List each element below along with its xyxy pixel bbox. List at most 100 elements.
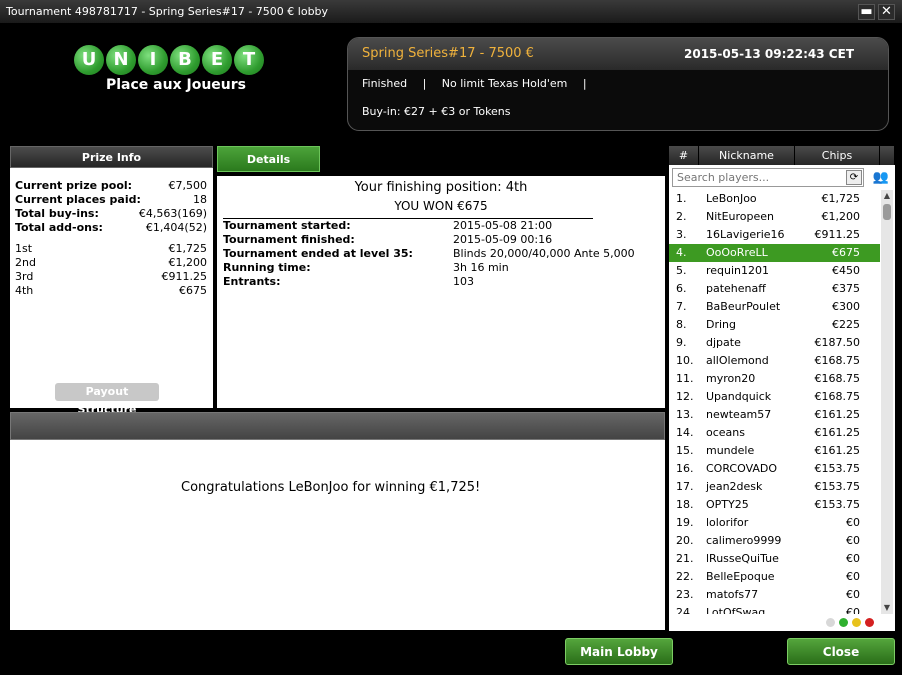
player-rank: 8. <box>676 318 687 331</box>
player-nickname: OPTY25 <box>706 498 749 511</box>
player-row[interactable]: 7. BaBeurPoulet €300 <box>669 298 880 316</box>
prize-row: Current places paid: 18 <box>15 193 207 207</box>
player-rank: 13. <box>676 408 694 421</box>
player-row[interactable]: 15. mundele €161.25 <box>669 442 880 460</box>
players-scrollbar[interactable]: ▲ ▼ <box>881 190 893 614</box>
detail-row: Tournament started: 2015-05-08 21:00 <box>217 219 665 233</box>
player-row[interactable]: 21. lRusseQuiTue €0 <box>669 550 880 568</box>
detail-label: Entrants: <box>223 275 281 288</box>
payout-prize: €911.25 <box>161 270 208 283</box>
player-chips: €168.75 <box>814 372 861 385</box>
tournament-title: Spring Series#17 - 7500 € <box>362 46 534 61</box>
tournament-info-header: Spring Series#17 - 7500 € 2015-05-13 09:… <box>348 38 888 70</box>
player-row[interactable]: 12. Upandquick €168.75 <box>669 388 880 406</box>
player-nickname: 16Lavigerie16 <box>706 228 785 241</box>
player-row[interactable]: 20. calimero9999 €0 <box>669 532 880 550</box>
player-row[interactable]: 1. LeBonJoo €1,725 <box>669 190 880 208</box>
player-row[interactable]: 23. matofs77 €0 <box>669 586 880 604</box>
player-row[interactable]: 22. BelleEpoque €0 <box>669 568 880 586</box>
player-row[interactable]: 18. OPTY25 €153.75 <box>669 496 880 514</box>
tournament-status: Finished <box>362 77 408 90</box>
players-table-header: # Nickname Chips <box>669 146 895 165</box>
player-chips: €0 <box>846 552 860 565</box>
player-chips: €0 <box>846 588 860 601</box>
player-row[interactable]: 9. djpate €187.50 <box>669 334 880 352</box>
tournament-game: No limit Texas Hold'em <box>441 77 568 90</box>
player-chips: €225 <box>832 318 860 331</box>
prize-value: €4,563(169) <box>138 207 207 220</box>
close-button[interactable]: Close <box>787 638 895 665</box>
status-dot-icon <box>826 618 835 627</box>
prize-value: €1,404(52) <box>145 221 207 234</box>
scroll-up-icon[interactable]: ▲ <box>881 190 893 202</box>
player-row[interactable]: 10. allOlemond €168.75 <box>669 352 880 370</box>
player-rank: 9. <box>676 336 687 349</box>
player-nickname: NitEuropeen <box>706 210 775 223</box>
logo-letter: B <box>170 45 200 75</box>
window-titlebar[interactable]: Tournament 498781717 - Spring Series#17 … <box>0 0 902 24</box>
player-row[interactable]: 2. NitEuropeen €1,200 <box>669 208 880 226</box>
player-nickname: patehenaff <box>706 282 766 295</box>
scroll-down-icon[interactable]: ▼ <box>881 602 893 614</box>
player-row[interactable]: 19. lolorifor €0 <box>669 514 880 532</box>
status-dot-icon <box>865 618 874 627</box>
player-chips: €153.75 <box>814 498 861 511</box>
users-icon[interactable]: 👥 <box>869 170 893 186</box>
minimize-button[interactable]: ▬ <box>858 4 875 20</box>
detail-row: Running time: 3h 16 min <box>217 261 665 275</box>
player-rank: 19. <box>676 516 694 529</box>
player-row[interactable]: 6. patehenaff €375 <box>669 280 880 298</box>
search-players-input[interactable] <box>672 168 864 187</box>
player-row[interactable]: 16. CORCOVADO €153.75 <box>669 460 880 478</box>
player-row[interactable]: 5. requin1201 €450 <box>669 262 880 280</box>
player-row[interactable]: 24. LotOfSwag €0 <box>669 604 880 614</box>
search-icon[interactable]: ⟳ <box>846 170 862 185</box>
player-row[interactable]: 17. jean2desk €153.75 <box>669 478 880 496</box>
player-nickname: BaBeurPoulet <box>706 300 781 313</box>
player-rank: 17. <box>676 480 694 493</box>
payout-row: 1st €1,725 <box>15 242 207 256</box>
player-row[interactable]: 11. myron20 €168.75 <box>669 370 880 388</box>
column-spacer <box>880 146 895 165</box>
player-chips: €0 <box>846 570 860 583</box>
congratulations-message: Congratulations LeBonJoo for winning €1,… <box>181 480 481 495</box>
player-rank: 16. <box>676 462 694 475</box>
player-row[interactable]: 8. Dring €225 <box>669 316 880 334</box>
main-lobby-button[interactable]: Main Lobby <box>565 638 673 665</box>
player-row[interactable]: 13. newteam57 €161.25 <box>669 406 880 424</box>
payout-structure-button[interactable]: Payout Structure <box>55 383 159 416</box>
tournament-status-row: Finished | No limit Texas Hold'em | <box>362 77 599 90</box>
column-rank[interactable]: # <box>669 146 699 165</box>
unibet-logo: U N I B E T Place aux Joueurs <box>74 45 268 100</box>
detail-label: Tournament ended at level 35: <box>223 247 413 260</box>
logo-letter: T <box>234 45 264 75</box>
player-nickname: lolorifor <box>706 516 749 529</box>
player-nickname: requin1201 <box>706 264 770 277</box>
detail-value: 2015-05-09 00:16 <box>453 233 553 246</box>
player-rank: 5. <box>676 264 687 277</box>
player-nickname: myron20 <box>706 372 756 385</box>
player-rank: 21. <box>676 552 694 565</box>
player-rank: 3. <box>676 228 687 241</box>
status-dot-icon <box>852 618 861 627</box>
tab-details[interactable]: Details <box>217 146 320 172</box>
player-rank: 6. <box>676 282 687 295</box>
prize-value: 18 <box>193 193 207 206</box>
player-row[interactable]: 14. oceans €161.25 <box>669 424 880 442</box>
detail-label: Tournament finished: <box>223 233 355 246</box>
logo-letter: E <box>202 45 232 75</box>
payout-prize: €675 <box>179 284 207 297</box>
player-rank: 10. <box>676 354 694 367</box>
detail-label: Running time: <box>223 261 311 274</box>
player-row[interactable]: 4. OoOoRreLL €675 <box>669 244 880 262</box>
scroll-thumb[interactable] <box>883 204 891 220</box>
window-close-button[interactable]: ✕ <box>878 4 895 20</box>
tournament-buyin: Buy-in: €27 + €3 or Tokens <box>362 105 511 118</box>
column-nickname[interactable]: Nickname <box>699 146 795 165</box>
column-chips[interactable]: Chips <box>795 146 880 165</box>
logo-letter: N <box>106 45 136 75</box>
player-row[interactable]: 3. 16Lavigerie16 €911.25 <box>669 226 880 244</box>
logo-tagline: Place aux Joueurs <box>106 77 246 93</box>
logo-letter: U <box>74 45 104 75</box>
window-title: Tournament 498781717 - Spring Series#17 … <box>6 5 329 18</box>
